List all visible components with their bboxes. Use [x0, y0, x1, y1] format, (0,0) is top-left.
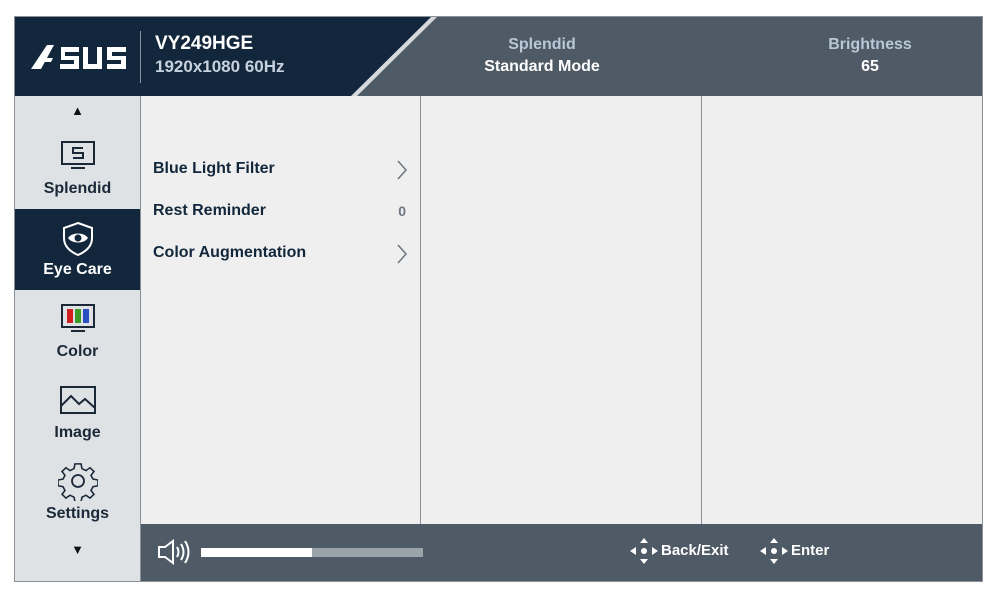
- sidebar-item-label: Splendid: [43, 180, 112, 197]
- eye-shield-icon: [62, 221, 93, 257]
- joystick-directions-icon: [760, 538, 788, 564]
- menu-item-label: Rest Reminder: [153, 202, 266, 219]
- menu-item-blue-light-filter[interactable]: Blue Light Filter: [153, 155, 408, 183]
- submenu-column-1: Blue Light Filter Rest Reminder 0 Color …: [141, 96, 421, 524]
- scroll-up-arrow-icon[interactable]: ▲: [15, 103, 140, 118]
- osd-header: VY249HGE 1920x1080 60Hz Splendid Standar…: [15, 17, 982, 96]
- asus-logo-icon: [31, 45, 126, 69]
- sidebar-item-color[interactable]: Color: [15, 290, 140, 371]
- splendid-status: Splendid Standard Mode: [442, 34, 642, 78]
- partial-caption-text: [0, 0, 997, 8]
- submenu-column-2: [421, 96, 702, 524]
- brightness-status: Brightness 65: [790, 34, 950, 78]
- brightness-value: 65: [861, 58, 879, 75]
- menu-item-color-augmentation[interactable]: Color Augmentation: [153, 239, 408, 267]
- menu-item-rest-reminder[interactable]: Rest Reminder 0: [153, 197, 408, 225]
- rest-reminder-value: 0: [398, 203, 406, 219]
- sidebar-item-eye-care[interactable]: Eye Care: [15, 209, 140, 290]
- splendid-value: Standard Mode: [484, 58, 600, 75]
- enter-label: Enter: [791, 542, 830, 559]
- scroll-down-arrow-icon[interactable]: ▼: [15, 542, 140, 557]
- chevron-right-icon: [397, 160, 408, 180]
- splendid-monitor-icon: [60, 141, 95, 169]
- sidebar-item-label: Settings: [45, 505, 110, 522]
- model-name: VY249HGE: [155, 33, 254, 54]
- volume-bar-fill: [201, 548, 312, 557]
- sidebar: ▲ Splendid Eye Care Color Image Settings…: [15, 96, 141, 581]
- menu-item-label: Color Augmentation: [153, 244, 307, 261]
- joystick-directions-icon: [630, 538, 658, 564]
- osd-footer: Back/Exit Enter: [141, 524, 982, 581]
- sidebar-item-label: Eye Care: [43, 261, 112, 278]
- splendid-label: Splendid: [508, 36, 576, 53]
- menu-item-label: Blue Light Filter: [153, 160, 275, 177]
- color-bars-icon: [60, 304, 95, 332]
- sidebar-item-splendid[interactable]: Splendid: [15, 126, 140, 207]
- sidebar-item-label: Color: [56, 343, 99, 360]
- sidebar-item-settings[interactable]: Settings: [15, 452, 140, 533]
- gear-icon: [57, 463, 98, 501]
- chevron-right-icon: [397, 244, 408, 264]
- back-exit-label: Back/Exit: [661, 542, 729, 559]
- sidebar-item-label: Image: [54, 424, 101, 441]
- image-landscape-icon: [59, 386, 96, 414]
- sidebar-item-image[interactable]: Image: [15, 371, 140, 452]
- submenu-column-3: [702, 96, 982, 524]
- resolution-text: 1920x1080 60Hz: [155, 57, 285, 76]
- brightness-label: Brightness: [828, 36, 912, 53]
- osd-menu: VY249HGE 1920x1080 60Hz Splendid Standar…: [14, 16, 983, 582]
- speaker-volume-icon: [158, 539, 190, 565]
- logo-divider: [140, 31, 141, 83]
- volume-bar[interactable]: [201, 548, 423, 557]
